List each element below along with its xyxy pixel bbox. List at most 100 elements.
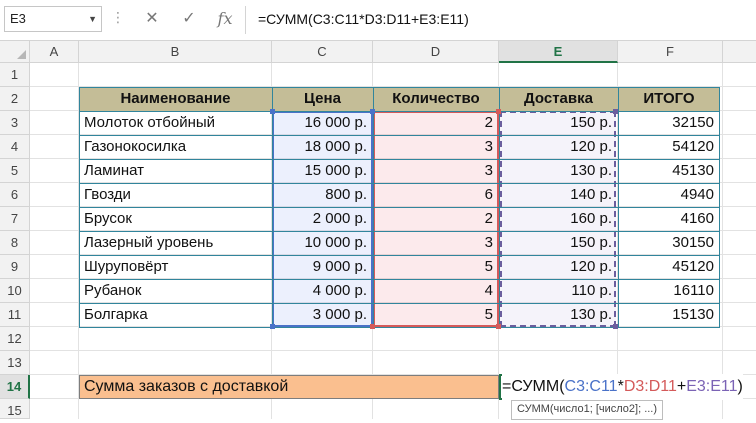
- row-header-9[interactable]: 9: [0, 255, 30, 279]
- row-header-4[interactable]: 4: [0, 135, 30, 159]
- cell-total[interactable]: 54120: [618, 135, 720, 159]
- row-header-11[interactable]: 11: [0, 303, 30, 327]
- row-header-15[interactable]: 15: [0, 399, 30, 419]
- select-all-button[interactable]: [0, 41, 30, 63]
- range-handle[interactable]: [370, 109, 375, 114]
- cell-total[interactable]: 45120: [618, 255, 720, 279]
- row-header-1[interactable]: 1: [0, 63, 30, 87]
- function-tooltip[interactable]: СУММ(число1; [число2]; ...): [511, 400, 664, 420]
- range-handle[interactable]: [496, 109, 501, 114]
- cell-price[interactable]: 800 р.: [272, 183, 373, 207]
- column-header-d[interactable]: D: [373, 41, 499, 63]
- row-header-2[interactable]: 2: [0, 87, 30, 111]
- cell-delivery[interactable]: 130 р.: [499, 303, 618, 327]
- column-header-c[interactable]: C: [272, 41, 373, 63]
- cell-quantity[interactable]: 3: [373, 231, 499, 255]
- cell-quantity[interactable]: 6: [373, 183, 499, 207]
- cell-total[interactable]: 16110: [618, 279, 720, 303]
- range-handle[interactable]: [613, 324, 618, 329]
- range-handle[interactable]: [496, 324, 501, 329]
- cell-delivery[interactable]: 120 р.: [499, 135, 618, 159]
- cell-delivery[interactable]: 140 р.: [499, 183, 618, 207]
- row-header-6[interactable]: 6: [0, 183, 30, 207]
- cell-price[interactable]: 18 000 р.: [272, 135, 373, 159]
- insert-function-button[interactable]: fx: [213, 7, 237, 31]
- cell-total[interactable]: 4160: [618, 207, 720, 231]
- fx-icon: fx: [217, 9, 233, 28]
- cell-quantity[interactable]: 2: [373, 207, 499, 231]
- cell-name[interactable]: Газонокосилка: [79, 135, 272, 159]
- cell-name[interactable]: Рубанок: [79, 279, 272, 303]
- formula-op-plus: +: [676, 378, 687, 395]
- cell-delivery[interactable]: 130 р.: [499, 159, 618, 183]
- cell-name[interactable]: Болгарка: [79, 303, 272, 327]
- cell-quantity[interactable]: 5: [373, 255, 499, 279]
- range-handle[interactable]: [270, 109, 275, 114]
- cell-name[interactable]: Гвозди: [79, 183, 272, 207]
- header-name[interactable]: Наименование: [79, 87, 272, 111]
- range-handle[interactable]: [613, 109, 618, 114]
- cell-quantity[interactable]: 2: [373, 111, 499, 135]
- cell-price[interactable]: 10 000 р.: [272, 231, 373, 255]
- cell-name[interactable]: Лазерный уровень: [79, 231, 272, 255]
- cell-delivery[interactable]: 110 р.: [499, 279, 618, 303]
- header-price[interactable]: Цена: [272, 87, 373, 111]
- summary-label[interactable]: Сумма заказов с доставкой: [79, 375, 499, 399]
- row-header-3[interactable]: 3: [0, 111, 30, 135]
- cell-delivery[interactable]: 120 р.: [499, 255, 618, 279]
- cell-quantity[interactable]: 4: [373, 279, 499, 303]
- cell-name[interactable]: Молоток отбойный: [79, 111, 272, 135]
- cell-formula-edit[interactable]: =СУММ(C3:C11*D3:D11+E3:E11): [502, 374, 743, 400]
- cell-quantity[interactable]: 3: [373, 135, 499, 159]
- cell-total[interactable]: 45130: [618, 159, 720, 183]
- header-quantity[interactable]: Количество: [373, 87, 499, 111]
- cell-total[interactable]: 30150: [618, 231, 720, 255]
- cell-price[interactable]: 3 000 р.: [272, 303, 373, 327]
- row-header-7[interactable]: 7: [0, 207, 30, 231]
- header-delivery[interactable]: Доставка: [499, 87, 618, 111]
- range-handle[interactable]: [270, 324, 275, 329]
- cell-quantity[interactable]: 5: [373, 303, 499, 327]
- grip-dots-icon: ⋮: [111, 9, 125, 25]
- grid-line: [722, 63, 723, 419]
- row-header-13[interactable]: 13: [0, 351, 30, 375]
- cell-delivery[interactable]: 150 р.: [499, 231, 618, 255]
- column-header-b[interactable]: B: [79, 41, 272, 63]
- cell-delivery[interactable]: 160 р.: [499, 207, 618, 231]
- cell-name[interactable]: Шуруповёрт: [79, 255, 272, 279]
- cell-price[interactable]: 16 000 р.: [272, 111, 373, 135]
- name-box[interactable]: E3 ▼: [4, 6, 102, 32]
- table-rule: [79, 159, 720, 160]
- cell-price[interactable]: 9 000 р.: [272, 255, 373, 279]
- table-rule: [79, 231, 720, 232]
- chevron-down-icon[interactable]: ▼: [88, 7, 97, 31]
- row-header-8[interactable]: 8: [0, 231, 30, 255]
- formula-ref-e: E3:E11: [686, 378, 738, 395]
- row-header-12[interactable]: 12: [0, 327, 30, 351]
- cell-total[interactable]: 32150: [618, 111, 720, 135]
- cell-price[interactable]: 2 000 р.: [272, 207, 373, 231]
- range-handle[interactable]: [370, 324, 375, 329]
- row-header-14[interactable]: 14: [0, 375, 30, 399]
- row-header-5[interactable]: 5: [0, 159, 30, 183]
- column-header-g[interactable]: [723, 41, 756, 63]
- cell-total[interactable]: 4940: [618, 183, 720, 207]
- row-header-10[interactable]: 10: [0, 279, 30, 303]
- formula-ref-c: C3:C11: [564, 378, 618, 395]
- close-icon: ✕: [145, 10, 159, 27]
- column-header-a[interactable]: A: [30, 41, 79, 63]
- cell-delivery[interactable]: 150 р.: [499, 111, 618, 135]
- header-total[interactable]: ИТОГО: [618, 87, 720, 111]
- enter-button[interactable]: ✓: [177, 7, 201, 31]
- cell-name[interactable]: Ламинат: [79, 159, 272, 183]
- formula-bar: E3 ▼ ⋮ ✕ ✓ fx =СУММ(C3:C11*D3:D11+E3:E11…: [0, 0, 756, 41]
- cell-name[interactable]: Брусок: [79, 207, 272, 231]
- column-header-f[interactable]: F: [618, 41, 723, 63]
- cell-total[interactable]: 15130: [618, 303, 720, 327]
- cancel-button[interactable]: ✕: [140, 7, 164, 31]
- formula-input[interactable]: =СУММ(C3:C11*D3:D11+E3:E11): [258, 6, 469, 32]
- column-header-e[interactable]: E: [499, 41, 618, 63]
- cell-price[interactable]: 4 000 р.: [272, 279, 373, 303]
- cell-price[interactable]: 15 000 р.: [272, 159, 373, 183]
- cell-quantity[interactable]: 3: [373, 159, 499, 183]
